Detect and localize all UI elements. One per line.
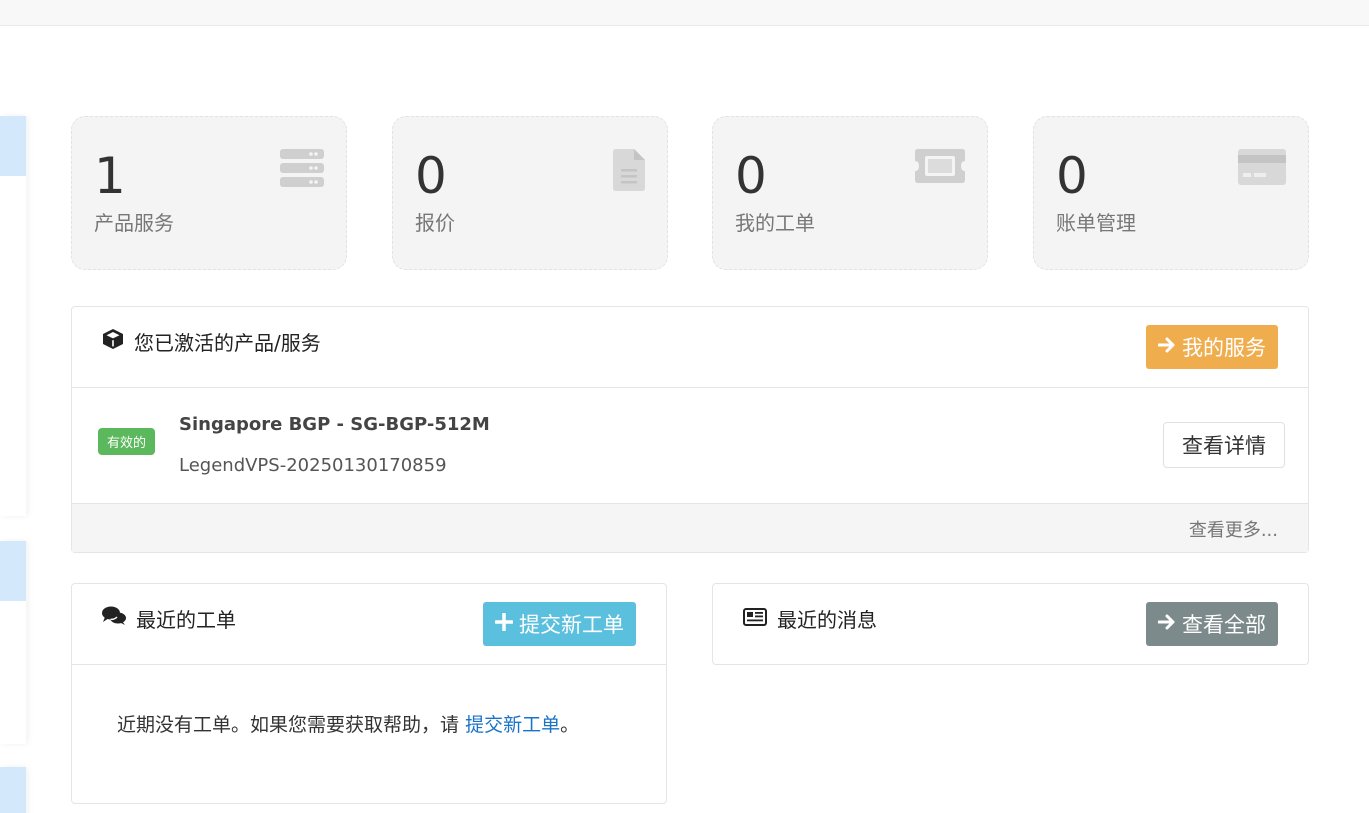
view-more-link[interactable]: 查看更多... (1189, 516, 1278, 542)
stat-label: 产品服务 (94, 211, 174, 235)
panel-header: 最近的消息 查看全部 (713, 584, 1308, 665)
top-bar (0, 0, 1369, 26)
credit-card-icon (1238, 149, 1286, 189)
stat-value: 1 (94, 147, 126, 205)
service-name[interactable]: Singapore BGP - SG-BGP-512M (179, 414, 490, 435)
sidebar-panel (0, 116, 26, 516)
arrow-right-icon (1157, 612, 1176, 636)
recent-news-panel: 最近的消息 查看全部 (712, 583, 1309, 665)
cube-icon (102, 328, 124, 355)
panel-footer: 查看更多... (72, 503, 1308, 552)
sidebar-panel-header (0, 116, 26, 176)
empty-text: 近期没有工单。如果您需要获取帮助，请 (117, 714, 460, 736)
empty-tickets-message: 近期没有工单。如果您需要获取帮助，请 提交新工单。 (117, 710, 579, 737)
panel-title: 最近的消息 (777, 608, 877, 632)
panel-title-group: 最近的工单 (102, 604, 236, 633)
stat-label: 报价 (415, 211, 455, 235)
sidebar-panel (0, 767, 26, 813)
newspaper-icon (743, 607, 767, 631)
recent-tickets-panel: 最近的工单 提交新工单 近期没有工单。如果您需要获取帮助，请 提交新工单。 (71, 583, 667, 804)
document-icon (613, 149, 645, 195)
view-details-button[interactable]: 查看详情 (1163, 422, 1285, 468)
stat-tile-tickets[interactable]: 0 我的工单 (712, 116, 988, 270)
panel-header: 最近的工单 提交新工单 (72, 584, 666, 665)
button-label: 我的服务 (1182, 336, 1266, 360)
plus-icon (494, 612, 514, 636)
view-all-news-button[interactable]: 查看全部 (1146, 602, 1278, 646)
ticket-icon (915, 149, 965, 187)
active-services-panel: 您已激活的产品/服务 我的服务 有效的 Singapore BGP - SG-B… (71, 306, 1309, 553)
server-icon (280, 149, 324, 191)
sidebar-panel-header (0, 767, 26, 813)
panel-title-group: 您已激活的产品/服务 (102, 327, 321, 356)
empty-suffix: 。 (560, 714, 580, 736)
service-list-item[interactable]: 有效的 Singapore BGP - SG-BGP-512M LegendVP… (72, 388, 1308, 503)
open-ticket-link[interactable]: 提交新工单 (465, 714, 560, 736)
stat-value: 0 (415, 147, 447, 205)
status-badge: 有效的 (98, 428, 156, 455)
sidebar-panel (0, 541, 26, 744)
service-domain: LegendVPS-20250130170859 (179, 455, 447, 476)
button-label: 提交新工单 (519, 613, 624, 637)
open-new-ticket-button[interactable]: 提交新工单 (483, 602, 636, 646)
button-label: 查看全部 (1182, 613, 1266, 637)
panel-header: 您已激活的产品/服务 我的服务 (72, 307, 1308, 388)
sidebar-panel-header (0, 541, 26, 601)
stat-tile-services[interactable]: 1 产品服务 (71, 116, 347, 270)
comments-icon (102, 606, 126, 631)
panel-title: 最近的工单 (136, 608, 236, 632)
stat-tile-quotes[interactable]: 0 报价 (392, 116, 668, 270)
stat-label: 我的工单 (735, 211, 815, 235)
panel-title-group: 最近的消息 (743, 604, 877, 633)
arrow-right-icon (1157, 335, 1176, 359)
stat-tile-billing[interactable]: 0 账单管理 (1033, 116, 1309, 270)
my-services-button[interactable]: 我的服务 (1146, 325, 1278, 369)
stat-label: 账单管理 (1056, 211, 1136, 235)
stat-value: 0 (735, 147, 767, 205)
panel-title: 您已激活的产品/服务 (134, 331, 321, 355)
stat-value: 0 (1056, 147, 1088, 205)
